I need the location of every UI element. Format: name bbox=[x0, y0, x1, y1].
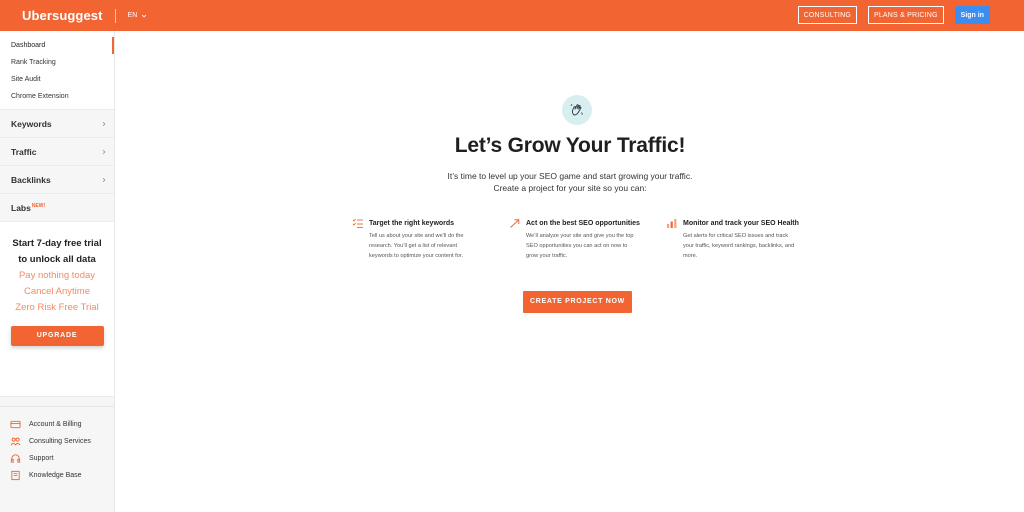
feature-text: Get alerts for critical SEO issues and t… bbox=[683, 233, 795, 259]
sidebar: Dashboard Rank Tracking Site Audit Chrom… bbox=[0, 31, 115, 512]
trial-benefit: Cancel Anytime bbox=[23, 286, 90, 297]
sidebar-item-label: Knowledge Base bbox=[29, 472, 82, 479]
feature-text: Tell us about your site and we’ll do the… bbox=[369, 233, 464, 259]
headset-icon bbox=[10, 454, 21, 463]
sidebar-item-knowledge-base[interactable]: Knowledge Base bbox=[0, 467, 114, 484]
sidebar-section-label: Backlinks bbox=[11, 174, 51, 185]
feature-head: Act on the best SEO opportunities bbox=[509, 217, 666, 229]
top-bar: Ubersuggest EN CONSULTING PLANS & PRICIN… bbox=[0, 0, 1024, 31]
active-indicator bbox=[112, 37, 114, 54]
plans-pricing-button[interactable]: PLANS & PRICING bbox=[867, 6, 944, 24]
subtitle-line: It’s time to level up your SEO game and … bbox=[447, 171, 693, 181]
page-title: Let’s Grow Your Traffic! bbox=[454, 134, 686, 157]
feature-head: Target the right keywords bbox=[352, 217, 509, 229]
sidebar-item-account-billing[interactable]: Account & Billing bbox=[0, 416, 114, 433]
hero-icon-circle bbox=[562, 95, 592, 125]
brand-logo[interactable]: Ubersuggest bbox=[22, 8, 103, 23]
people-icon bbox=[10, 437, 21, 446]
feature-title: Target the right keywords bbox=[369, 219, 455, 227]
trial-title-line1: Start 7-day free trial bbox=[12, 238, 102, 249]
feature-title: Act on the best SEO opportunities bbox=[526, 219, 640, 227]
main-content: Let’s Grow Your Traffic! It’s time to le… bbox=[116, 31, 1024, 512]
labs-label: Labs bbox=[11, 202, 31, 213]
upgrade-button[interactable]: UPGRADE bbox=[10, 326, 104, 346]
credit-card-icon bbox=[10, 420, 21, 429]
page-subtitle: It’s time to level up your SEO game and … bbox=[116, 170, 1024, 194]
trial-panel: Start 7-day free trial to unlock all dat… bbox=[0, 221, 114, 397]
sidebar-item-rank-tracking[interactable]: Rank Tracking bbox=[0, 54, 114, 71]
chevron-down-icon bbox=[142, 14, 147, 17]
feature-title: Monitor and track your SEO Health bbox=[683, 219, 799, 227]
book-icon bbox=[11, 470, 20, 481]
create-project-button[interactable]: CREATE PROJECT NOW bbox=[523, 291, 632, 313]
sidebar-section-label: Traffic bbox=[11, 146, 37, 157]
health-chart-icon bbox=[667, 218, 677, 228]
sidebar-item-consulting-services[interactable]: Consulting Services bbox=[0, 433, 114, 450]
brand-divider bbox=[114, 8, 116, 23]
sidebar-top-links: Dashboard Rank Tracking Site Audit Chrom… bbox=[0, 31, 114, 109]
consulting-button[interactable]: CONSULTING bbox=[797, 6, 857, 24]
sidebar-item-dashboard[interactable]: Dashboard bbox=[0, 37, 114, 54]
trial-benefit: Zero Risk Free Trial bbox=[15, 302, 99, 313]
feature-head: Monitor and track your SEO Health bbox=[666, 217, 823, 229]
sidebar-section-keywords[interactable]: Keywords bbox=[0, 109, 114, 137]
new-badge: NEW! bbox=[31, 202, 46, 209]
sidebar-section-label: Keywords bbox=[11, 118, 52, 129]
labs-label-wrap: LabsNEW! bbox=[11, 203, 45, 213]
chevron-right-icon bbox=[102, 149, 106, 154]
sidebar-section-backlinks[interactable]: Backlinks bbox=[0, 165, 114, 193]
list-icon bbox=[352, 218, 363, 228]
language-label: EN bbox=[127, 12, 138, 19]
sidebar-item-site-audit[interactable]: Site Audit bbox=[0, 71, 114, 88]
trend-arrow-icon bbox=[510, 218, 520, 228]
subtitle-line: Create a project for your site so you ca… bbox=[493, 183, 647, 193]
language-selector[interactable]: EN bbox=[128, 12, 148, 19]
sidebar-item-support[interactable]: Support bbox=[0, 450, 114, 467]
chevron-right-icon bbox=[102, 121, 106, 126]
feature-list: Target the right keywords Tell us about … bbox=[352, 217, 823, 261]
feature-opportunities: Act on the best SEO opportunities We’ll … bbox=[509, 217, 666, 261]
sidebar-item-label: Consulting Services bbox=[29, 438, 91, 445]
trial-title-line2: to unlock all data bbox=[18, 254, 96, 265]
feature-health: Monitor and track your SEO Health Get al… bbox=[666, 217, 823, 261]
sidebar-item-chrome-extension[interactable]: Chrome Extension bbox=[0, 88, 114, 105]
top-actions: CONSULTING PLANS & PRICING Sign in bbox=[797, 6, 990, 24]
sidebar-item-label: Support bbox=[29, 455, 54, 462]
sidebar-item-label: Account & Billing bbox=[29, 421, 82, 428]
waving-hand-icon bbox=[570, 103, 583, 116]
sidebar-section-labs[interactable]: LabsNEW! bbox=[0, 193, 114, 221]
sign-in-button[interactable]: Sign in bbox=[954, 6, 990, 24]
sidebar-footer: Account & Billing Consulting Services Su… bbox=[0, 406, 114, 484]
feature-text: We’ll analyze your site and give you the… bbox=[526, 233, 634, 259]
sidebar-section-traffic[interactable]: Traffic bbox=[0, 137, 114, 165]
trial-benefit: Pay nothing today bbox=[18, 270, 96, 281]
chevron-right-icon bbox=[102, 177, 106, 182]
feature-keywords: Target the right keywords Tell us about … bbox=[352, 217, 509, 261]
